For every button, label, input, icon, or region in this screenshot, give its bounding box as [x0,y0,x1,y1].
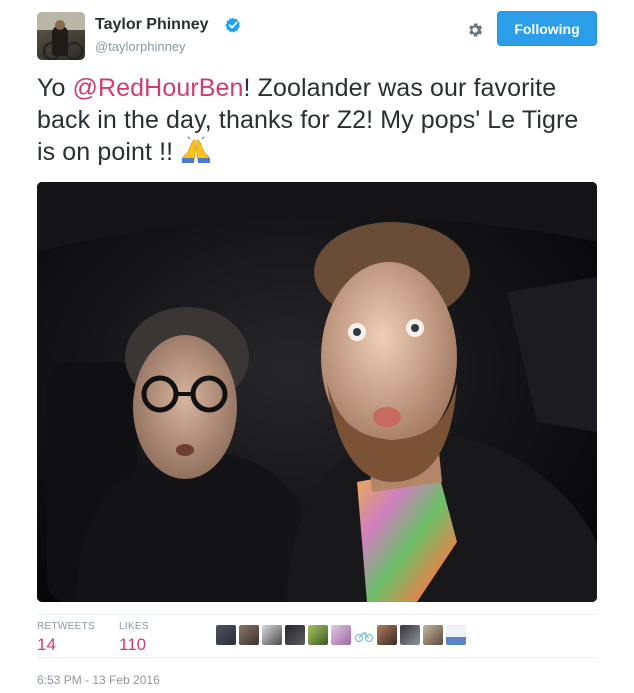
liker-avatars [216,625,469,645]
liker-avatar[interactable] [308,625,328,645]
gear-icon[interactable] [466,21,484,39]
tweet-timestamp[interactable]: 6:53 PM - 13 Feb 2016 [37,673,160,687]
tweet-photo[interactable] [37,182,597,602]
retweets-label: RETWEETS [37,621,95,632]
bicycle-icon [354,632,374,643]
mention-link[interactable]: @RedHourBen [73,74,244,102]
liker-avatar[interactable] [446,625,466,645]
liker-avatar[interactable] [377,625,397,645]
liker-avatar[interactable] [331,625,351,645]
tweet-text-start: Yo [37,74,73,102]
likes-label: LIKES [119,621,149,632]
tweet-card: Taylor Phinney @taylorphinney Following … [0,0,634,693]
liker-avatar[interactable] [423,625,443,645]
retweets-count[interactable]: 14 [37,635,56,655]
liker-avatar[interactable] [239,625,259,645]
liker-avatar[interactable] [216,625,236,645]
author-handle[interactable]: @taylorphinney [95,39,186,54]
liker-avatar[interactable] [354,625,374,645]
tweet-stats: RETWEETS 14 LIKES 110 [37,614,597,658]
likes-count[interactable]: 110 [119,635,146,655]
tweet-text: Yo @RedHourBen! Zoolander was our favori… [37,72,602,168]
photo-illustration [37,182,597,602]
verified-badge-icon [225,17,240,33]
folded-hands-emoji-icon [182,136,211,163]
author-avatar[interactable] [37,12,85,60]
liker-avatar[interactable] [262,625,282,645]
following-button[interactable]: Following [497,11,597,46]
author-name[interactable]: Taylor Phinney [95,16,209,34]
liker-avatar[interactable] [400,625,420,645]
liker-avatar[interactable] [285,625,305,645]
